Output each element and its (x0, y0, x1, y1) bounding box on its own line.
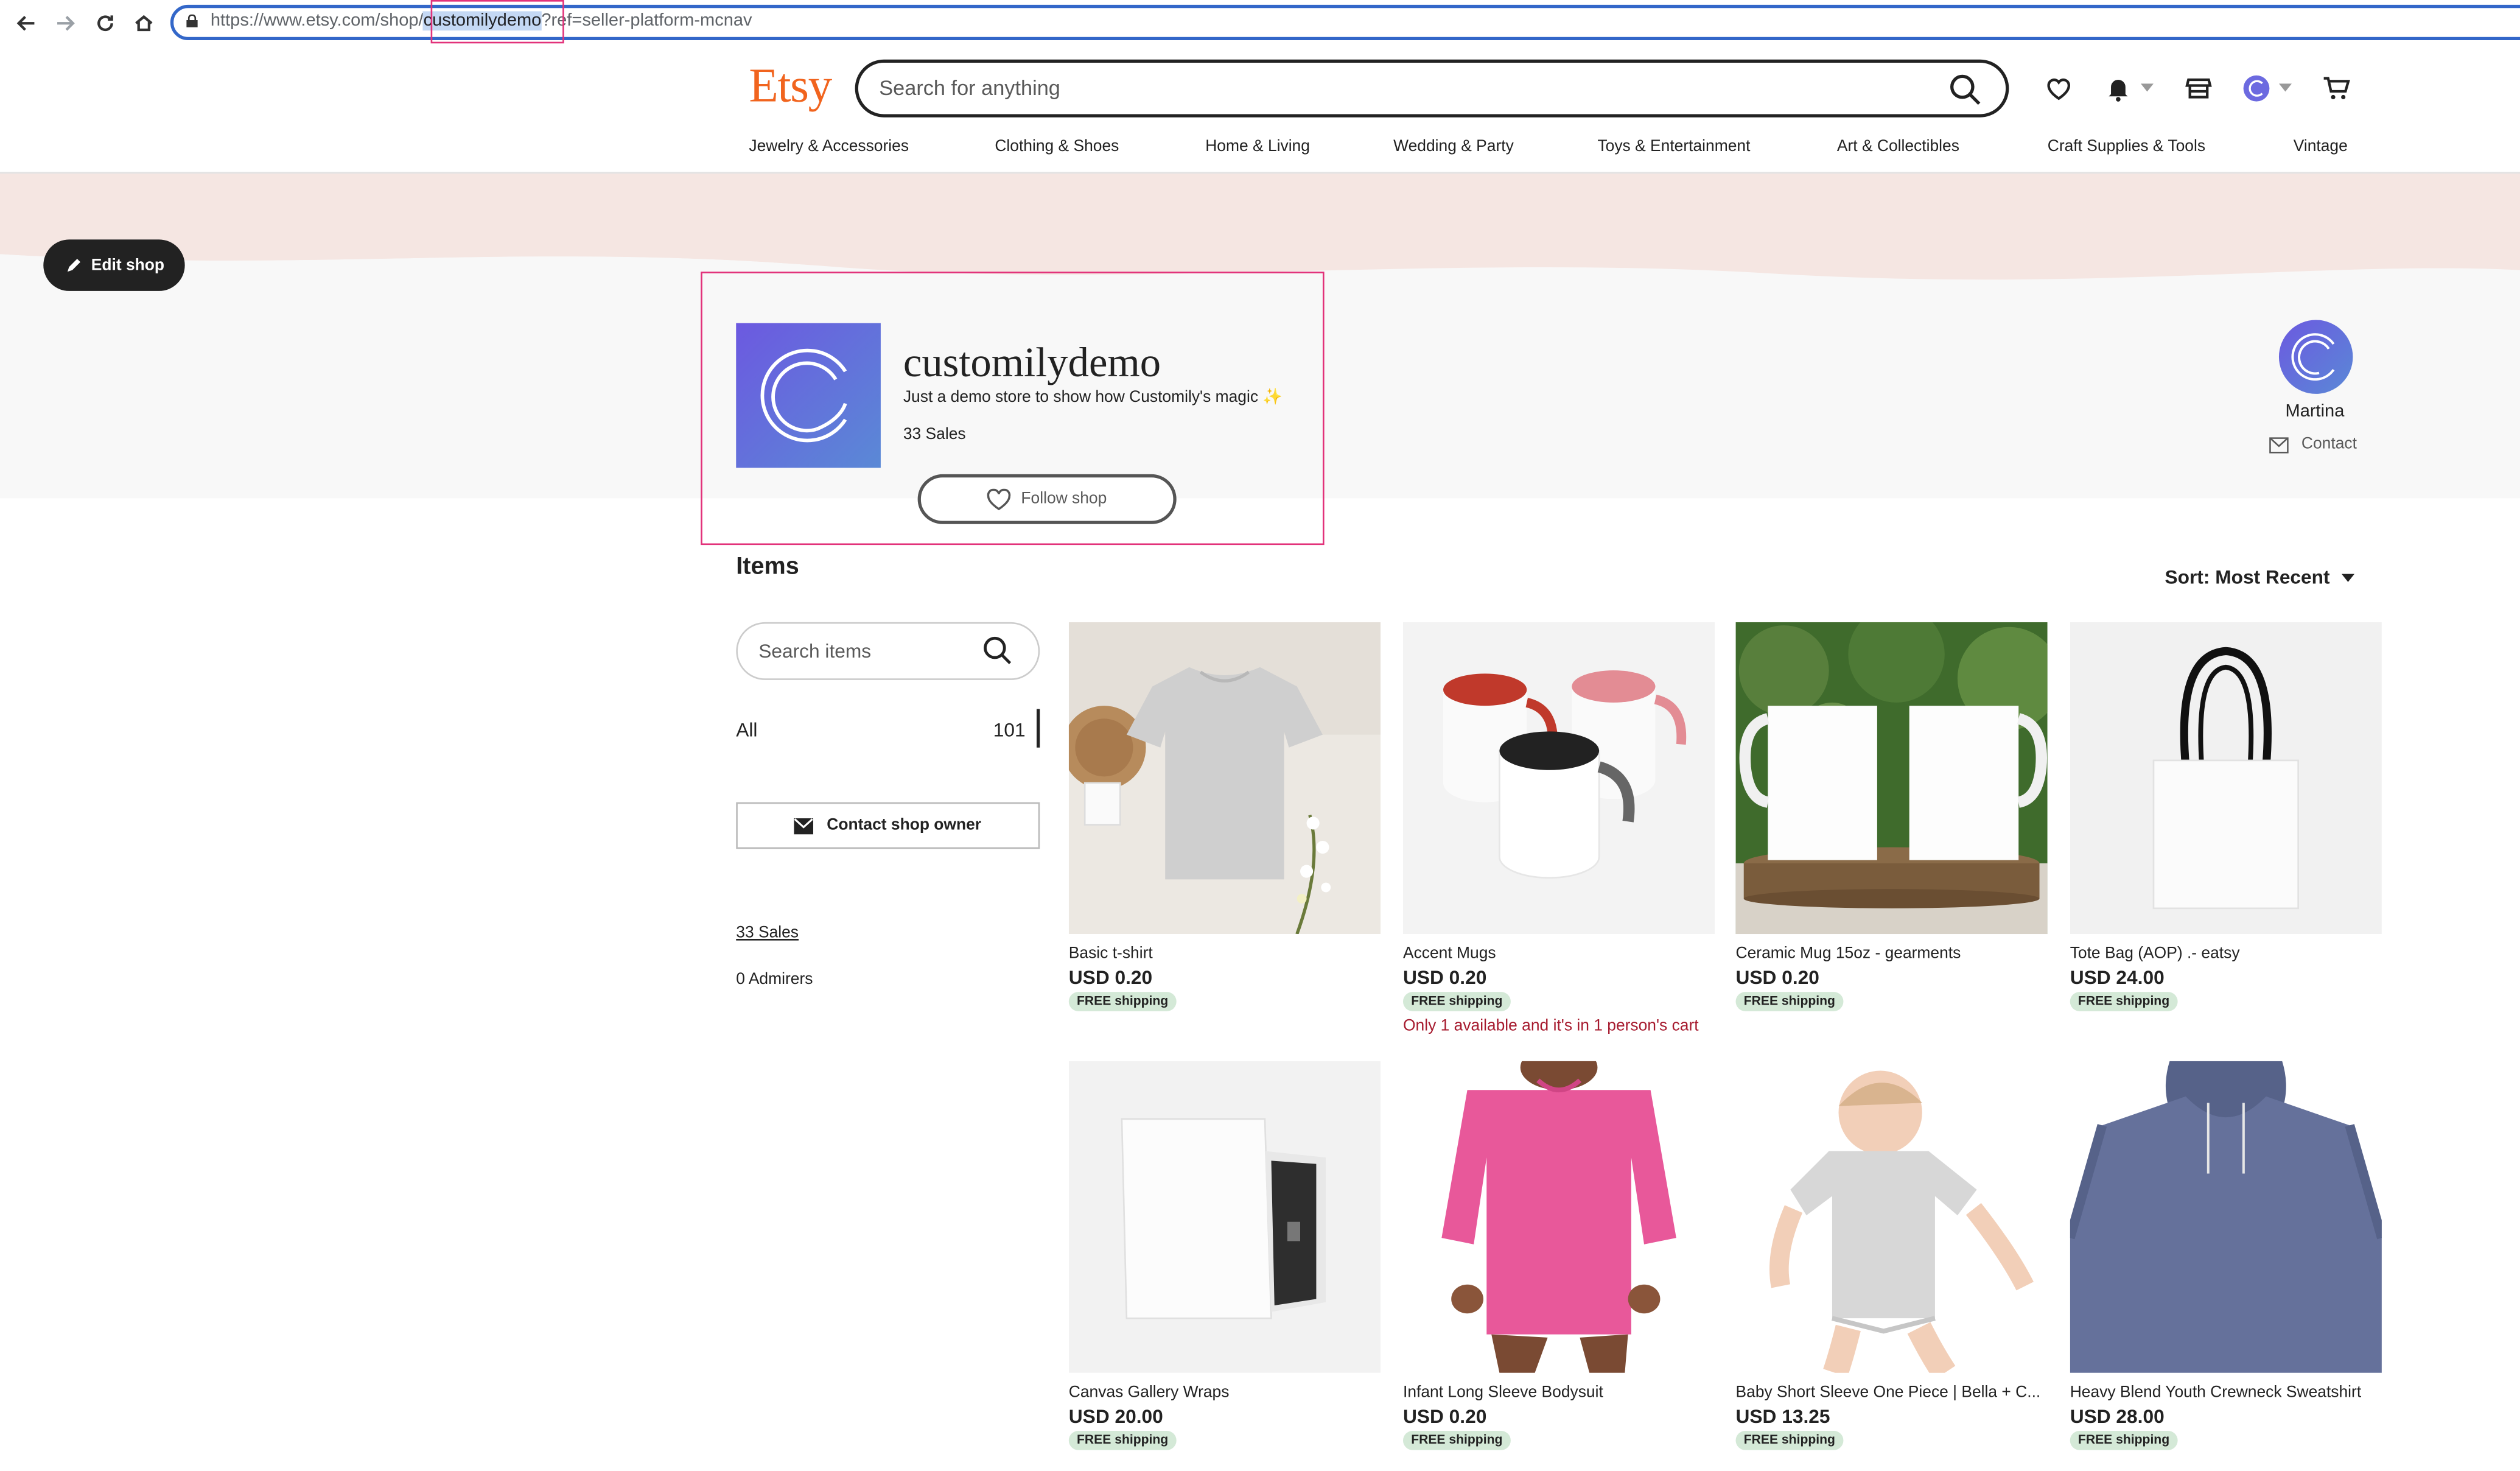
customily-logo-icon (760, 348, 847, 443)
etsy-logo[interactable]: Etsy (749, 60, 832, 114)
product-image-tote-bag[interactable] (2070, 622, 2382, 935)
product-price: USD 0.20 (1402, 966, 1487, 989)
caret-down-icon (2341, 573, 2354, 581)
product-title[interactable]: Canvas Gallery Wraps (1069, 1384, 1381, 1402)
free-shipping-badge: FREE shipping (1402, 1430, 1511, 1450)
annotation-box-url (430, 0, 564, 44)
heart-icon (987, 488, 1012, 510)
search-icon[interactable] (1948, 72, 1983, 108)
favorites-heart-icon[interactable] (2040, 71, 2078, 106)
url-prefix: https://www.etsy.com/shop/ (210, 11, 424, 31)
owner-name[interactable]: Martina (2286, 402, 2345, 421)
mail-icon (2269, 436, 2289, 453)
back-icon[interactable] (13, 10, 38, 35)
shop-logo[interactable] (736, 323, 881, 468)
customily-logo-icon (2291, 333, 2335, 381)
shop-sales-count: 33 Sales (903, 426, 966, 444)
product-price: USD 20.00 (1068, 1405, 1163, 1428)
product-title[interactable]: Basic t-shirt (1069, 946, 1381, 963)
free-shipping-badge: FREE shipping (2070, 992, 2178, 1011)
availability-note: Only 1 available and it's in 1 person's … (1402, 1017, 1699, 1036)
product-title[interactable]: Tote Bag (AOP) .- eatsy (2070, 946, 2382, 963)
follow-shop-button[interactable]: Follow shop (917, 474, 1177, 524)
account-avatar-icon[interactable] (2237, 71, 2275, 106)
shop-tagline: Just a demo store to show how Customily'… (903, 389, 1283, 407)
sparkle-icon: ✨ (1262, 388, 1283, 407)
contact-shop-owner-label: Contact shop owner (827, 816, 982, 835)
product-title[interactable]: Ceramic Mug 15oz - gearments (1736, 946, 2048, 963)
mail-icon (794, 817, 814, 834)
notifications-bell-icon[interactable] (2099, 71, 2137, 106)
product-image-ceramic-mug[interactable] (1735, 622, 2048, 935)
product-image-canvas[interactable] (1068, 1061, 1381, 1373)
lock-icon (186, 14, 198, 27)
shop-name: customilydemo (903, 339, 1161, 386)
pencil-icon (67, 259, 80, 272)
category-jewelry[interactable]: Jewelry & Accessories (749, 138, 909, 156)
cart-icon[interactable] (2317, 71, 2356, 106)
reload-icon[interactable] (91, 10, 117, 35)
free-shipping-badge: FREE shipping (2070, 1430, 2178, 1450)
items-heading: Items (736, 553, 799, 581)
home-icon[interactable] (130, 10, 156, 35)
chevron-down-icon[interactable] (2278, 83, 2292, 92)
follow-shop-label: Follow shop (1021, 490, 1107, 508)
product-price: USD 28.00 (2070, 1405, 2165, 1428)
edit-shop-label: Edit shop (91, 256, 165, 275)
product-price: USD 13.25 (1735, 1405, 1830, 1428)
product-image-tshirt[interactable] (1068, 622, 1381, 935)
free-shipping-badge: FREE shipping (1068, 1430, 1177, 1450)
category-clothing[interactable]: Clothing & Shoes (995, 138, 1119, 156)
search-icon[interactable] (982, 635, 1014, 667)
admirers-count: 0 Admirers (736, 971, 813, 989)
contact-owner-link[interactable]: Contact (2269, 436, 2357, 454)
owner-avatar[interactable] (2278, 320, 2353, 394)
product-price: USD 0.20 (1068, 966, 1153, 989)
edit-shop-button[interactable]: Edit shop (43, 239, 185, 291)
section-selected-indicator (1036, 709, 1040, 748)
contact-shop-owner-button[interactable]: Contact shop owner (736, 802, 1040, 849)
search-input[interactable]: Search for anything (879, 75, 1060, 100)
product-title[interactable]: Baby Short Sleeve One Piece | Bella + C.… (1736, 1384, 2048, 1402)
free-shipping-badge: FREE shipping (1402, 992, 1511, 1011)
category-toys[interactable]: Toys & Entertainment (1597, 138, 1750, 156)
product-title[interactable]: Heavy Blend Youth Crewneck Sweatshirt (2070, 1384, 2382, 1402)
category-home[interactable]: Home & Living (1205, 138, 1310, 156)
category-art[interactable]: Art & Collectibles (1837, 138, 1959, 156)
chevron-down-icon[interactable] (2140, 83, 2154, 92)
category-craft[interactable]: Craft Supplies & Tools (2048, 138, 2205, 156)
product-price: USD 24.00 (2070, 966, 2165, 989)
product-image-infant-bodysuit[interactable] (1402, 1061, 1715, 1373)
contact-label: Contact (2301, 435, 2357, 454)
category-wedding[interactable]: Wedding & Party (1393, 138, 1514, 156)
sales-link[interactable]: 33 Sales (736, 924, 799, 942)
free-shipping-badge: FREE shipping (1068, 992, 1177, 1011)
product-price: USD 0.20 (1402, 1405, 1487, 1428)
section-all-count: 101 (993, 718, 1026, 742)
shop-tagline-text: Just a demo store to show how Customily'… (903, 388, 1259, 407)
product-title[interactable]: Infant Long Sleeve Bodysuit (1403, 1384, 1715, 1402)
product-image-sweatshirt[interactable] (2070, 1061, 2382, 1373)
category-nav: Jewelry & Accessories Clothing & Shoes H… (749, 138, 2356, 161)
sort-dropdown[interactable]: Sort: Most Recent (2165, 566, 2354, 588)
product-price: USD 0.20 (1735, 966, 1819, 989)
url-suffix: ?ref=seller-platform-mcnav (541, 11, 752, 31)
product-image-accent-mugs[interactable] (1402, 622, 1715, 935)
shop-manager-icon[interactable] (2179, 71, 2217, 106)
product-image-baby-one-piece[interactable] (1735, 1061, 2048, 1373)
product-title[interactable]: Accent Mugs (1403, 946, 1715, 963)
free-shipping-badge: FREE shipping (1735, 992, 1844, 1011)
free-shipping-badge: FREE shipping (1735, 1430, 1844, 1450)
forward-icon[interactable] (51, 10, 77, 35)
items-search-input[interactable]: Search items (758, 640, 871, 662)
section-all-label[interactable]: All (736, 718, 757, 741)
sort-label: Sort: Most Recent (2165, 566, 2330, 589)
category-vintage[interactable]: Vintage (2294, 138, 2348, 156)
